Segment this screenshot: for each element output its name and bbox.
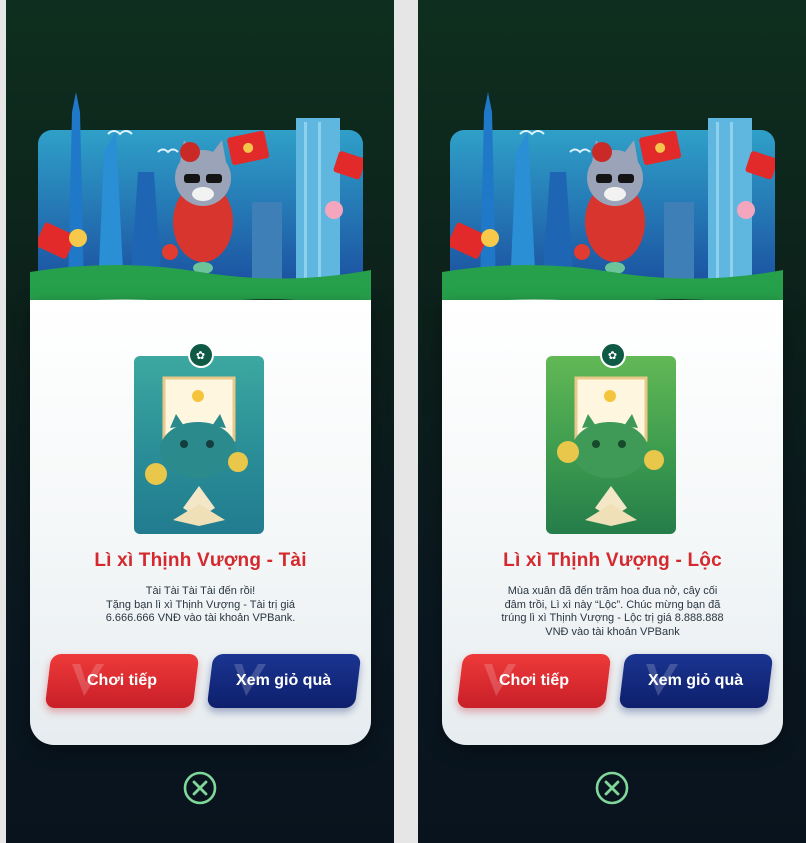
- description-line: Tài Tài Tài Tài đến rồi!: [145, 585, 256, 597]
- reward-card: ✿ Lì xì Thịnh Vượng - Tài Tài Tài Tài Tà…: [30, 300, 371, 745]
- popup-screen-loc: ✿ Lì xì Thịnh Vượng - Lộc Mùa xuân đã đế…: [418, 0, 806, 843]
- close-circle-icon[interactable]: [594, 770, 630, 806]
- view-gift-basket-button[interactable]: Xem giỏ quà: [206, 654, 362, 708]
- description-line: VNĐ vào tài khoản VPBank: [545, 625, 680, 638]
- reward-title: Lì xì Thịnh Vượng - Tài: [94, 550, 307, 571]
- play-again-button[interactable]: Chơi tiếp: [44, 654, 200, 708]
- description-line: trúng lì xì Thịnh Vượng - Lộc trị giá 8.…: [501, 612, 724, 624]
- reward-description: Tài Tài Tài Tài đến rồi! Tặng bạn lì xì …: [64, 585, 337, 626]
- reward-card: ✿ Lì xì Thịnh Vượng - Lộc Mùa xuân đã đế…: [442, 300, 783, 745]
- reward-title: Lì xì Thịnh Vượng - Lộc: [503, 550, 722, 571]
- gift-voucher-image-loc: [546, 356, 676, 534]
- popup-screen-tai: ✿ Lì xì Thịnh Vượng - Tài Tài Tài Tài Tà…: [6, 0, 394, 843]
- close-circle-icon[interactable]: [182, 770, 218, 806]
- view-gift-basket-label: Xem giỏ quà: [648, 672, 744, 689]
- view-gift-basket-button[interactable]: Xem giỏ quà: [618, 654, 774, 708]
- view-gift-basket-label: Xem giỏ quà: [236, 672, 332, 689]
- play-again-label: Chơi tiếp: [86, 672, 158, 689]
- description-line: 6.666.666 VNĐ vào tài khoản VPBank.: [105, 612, 296, 624]
- lotus-icon: ✿: [187, 342, 214, 368]
- description-line: Mùa xuân đã đến trăm hoa đua nở, cây cối: [507, 585, 718, 597]
- description-line: đâm trồi, Lì xì này “Lộc”. Chúc mừng bạn…: [504, 598, 721, 611]
- play-again-label: Chơi tiếp: [498, 672, 570, 689]
- play-again-button[interactable]: Chơi tiếp: [456, 654, 612, 708]
- reward-description: Mùa xuân đã đến trăm hoa đua nở, cây cối…: [476, 585, 749, 639]
- lotus-icon: ✿: [599, 342, 626, 368]
- gift-voucher-image-tai: [134, 356, 264, 534]
- description-line: Tặng bạn lì xì Thịnh Vượng - Tài trị giá: [105, 598, 296, 611]
